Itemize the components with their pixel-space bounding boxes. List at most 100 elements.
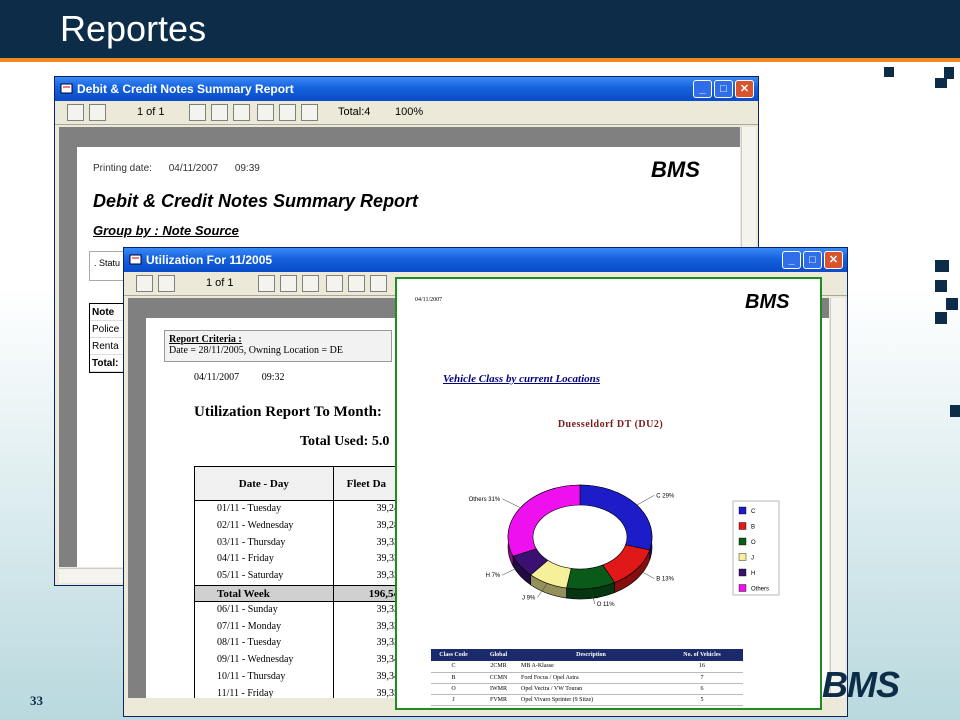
first-page-button[interactable] bbox=[136, 275, 153, 292]
fleet-days-cell: 39,33 bbox=[376, 637, 400, 649]
table-cell: 5 bbox=[661, 694, 743, 706]
table-row: 01/11 - Tuesday 39,24 bbox=[195, 501, 403, 518]
table-cell: 16 bbox=[661, 661, 743, 673]
fleet-days-cell: 39,34 bbox=[376, 654, 400, 666]
decor-square bbox=[935, 260, 949, 272]
group-by-label: Group by : Note Source bbox=[93, 223, 239, 238]
table-row: 03/11 - Thursday 39,33 bbox=[195, 534, 403, 552]
table-cell: 2CMR bbox=[476, 661, 521, 673]
table-header: Date - Day Fleet Da bbox=[195, 467, 403, 501]
donut-slice-others bbox=[507, 484, 581, 557]
minimize-button[interactable]: _ bbox=[693, 80, 712, 98]
slice-leader-line bbox=[502, 498, 521, 508]
column-header: Global bbox=[476, 649, 521, 661]
window-titlebar[interactable]: Debit & Credit Notes Summary Report _ □ … bbox=[55, 77, 758, 101]
report-app-icon bbox=[129, 254, 142, 265]
zoom-level[interactable]: 100% bbox=[395, 106, 423, 118]
legend-label-c: C bbox=[751, 509, 756, 515]
report-time-value: 09:32 bbox=[261, 372, 285, 383]
decor-square bbox=[950, 405, 960, 417]
printing-date: Printing date: 04/11/2007 09:39 bbox=[93, 163, 274, 174]
column-header: No. of Vehicles bbox=[661, 649, 743, 661]
table-cell: Opel Vivaro Sprinter (9 Sitze) bbox=[521, 694, 661, 706]
close-button[interactable]: ✕ bbox=[735, 80, 754, 98]
report-date: 04/11/2007 09:32 bbox=[194, 372, 304, 383]
decor-square bbox=[946, 298, 958, 310]
table-header-row: Class Code Global Description No. of Veh… bbox=[431, 649, 743, 661]
table-cell: J bbox=[431, 694, 476, 706]
table-cell: Opel Vectra / VW Touran bbox=[521, 683, 661, 695]
fleet-days-cell: 39,33 bbox=[376, 620, 400, 632]
window-titlebar[interactable]: Utilization For 11/2005 _ □ ✕ bbox=[124, 248, 847, 272]
slice-label-o: O 11% bbox=[597, 602, 616, 608]
table-cell: IWMR bbox=[476, 683, 521, 695]
export-icon[interactable] bbox=[348, 275, 365, 292]
legend-swatch-others bbox=[738, 584, 747, 592]
decor-square bbox=[935, 312, 947, 324]
table-row: 08/11 - Tuesday 39,33 bbox=[195, 635, 403, 653]
decor-square bbox=[884, 67, 894, 77]
legend-swatch-c bbox=[738, 506, 747, 515]
last-page-button[interactable] bbox=[233, 104, 250, 121]
fleet-days-cell: 39,35 bbox=[376, 687, 400, 698]
group-tree-icon[interactable] bbox=[370, 275, 387, 292]
legend-label-h: H bbox=[751, 571, 755, 577]
legend-swatch-j bbox=[738, 553, 747, 561]
date-day-cell: 10/11 - Thursday bbox=[195, 668, 334, 686]
stop-button[interactable] bbox=[189, 104, 206, 121]
donut-slice-c bbox=[579, 484, 653, 551]
table-cell: CCMN bbox=[476, 672, 521, 684]
export-icon[interactable] bbox=[279, 104, 296, 121]
print-icon[interactable] bbox=[326, 275, 343, 292]
printing-date-value: 04/11/2007 bbox=[168, 163, 219, 174]
legend-label-j: J bbox=[751, 556, 754, 562]
close-button[interactable]: ✕ bbox=[824, 251, 843, 269]
report-app-icon bbox=[60, 83, 73, 94]
last-page-button[interactable] bbox=[302, 275, 319, 292]
group-tree-icon[interactable] bbox=[301, 104, 318, 121]
date-day-cell: 09/11 - Wednesday bbox=[195, 652, 334, 669]
table-cell: C bbox=[431, 661, 476, 673]
next-page-button[interactable] bbox=[280, 275, 297, 292]
legend-swatch-b bbox=[738, 522, 747, 530]
prev-page-button[interactable] bbox=[158, 275, 175, 292]
stop-button[interactable] bbox=[258, 275, 275, 292]
maximize-button[interactable]: □ bbox=[714, 80, 733, 98]
report-title: Utilization Report To Month: bbox=[194, 404, 382, 420]
column-header: Description bbox=[521, 649, 661, 661]
minimize-button[interactable]: _ bbox=[782, 251, 801, 269]
table-row: 06/11 - Sunday 39,33 bbox=[195, 601, 403, 619]
column-header: Fleet Da bbox=[346, 478, 387, 490]
slice-label-others: Others 31% bbox=[469, 497, 501, 503]
table-cell: Ford Focus / Opel Astra bbox=[521, 672, 661, 684]
slice-label-h: H 7% bbox=[486, 573, 501, 579]
chart-legend bbox=[732, 500, 780, 596]
utilization-table: Date - Day Fleet Da 01/11 - Tuesday 39,24… bbox=[194, 466, 404, 698]
date-day-cell: 06/11 - Sunday bbox=[195, 601, 334, 619]
date-day-cell: 04/11 - Friday bbox=[195, 551, 334, 569]
window-title: Debit & Credit Notes Summary Report bbox=[77, 82, 294, 96]
fleet-days-cell: 39,34 bbox=[376, 670, 400, 682]
printing-time-value: 09:39 bbox=[234, 163, 260, 174]
date-day-cell: 05/11 - Saturday bbox=[195, 568, 334, 585]
table-cell: B bbox=[431, 672, 476, 684]
print-icon[interactable] bbox=[257, 104, 274, 121]
date-day-cell: 07/11 - Monday bbox=[195, 618, 334, 636]
table-row: 05/11 - Saturday 39,33 bbox=[195, 568, 403, 585]
total-used: Total Used: 5.0 bbox=[300, 434, 390, 449]
vertical-scrollbar[interactable] bbox=[830, 298, 845, 698]
table-row: 09/11 - Wednesday 39,34 bbox=[195, 652, 403, 669]
table-row: 10/11 - Thursday 39,34 bbox=[195, 668, 403, 686]
legend-swatch-h bbox=[738, 568, 747, 577]
first-page-button[interactable] bbox=[67, 104, 84, 121]
prev-page-button[interactable] bbox=[89, 104, 106, 121]
maximize-button[interactable]: □ bbox=[803, 251, 822, 269]
decor-square bbox=[935, 280, 947, 292]
table-row: 04/11 - Friday 39,33 bbox=[195, 551, 403, 569]
fleet-days-cell: 39,24 bbox=[376, 503, 400, 514]
table-row: O IWMR Opel Vectra / VW Touran 6 bbox=[431, 683, 743, 695]
legend-label-others: Others bbox=[751, 587, 769, 593]
table-cell: MB A-Klasse bbox=[521, 661, 661, 673]
next-page-button[interactable] bbox=[211, 104, 228, 121]
date-day-cell: 11/11 - Friday bbox=[195, 685, 334, 698]
